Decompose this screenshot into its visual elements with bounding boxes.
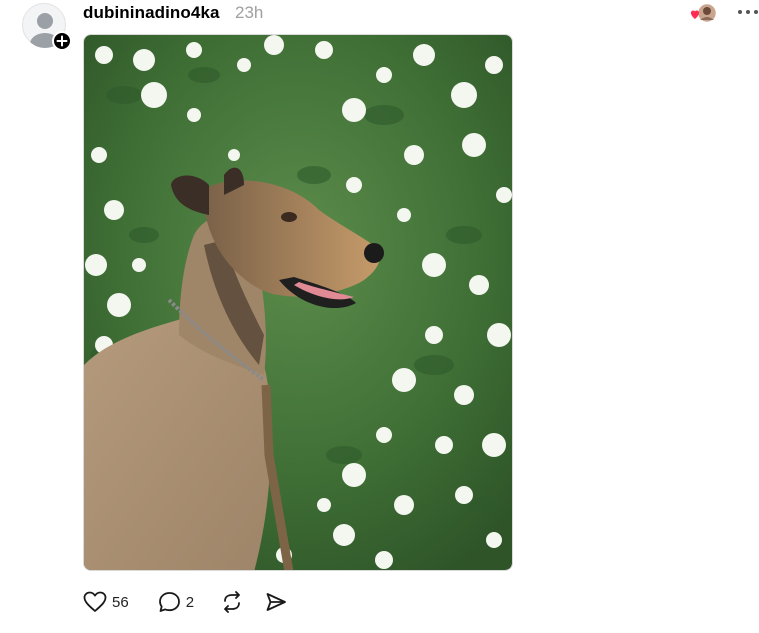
author-avatar[interactable] [22,3,72,51]
like-button[interactable]: 56 [83,591,129,613]
comment-icon [158,591,181,613]
reply-button[interactable]: 2 [158,591,194,613]
post-username[interactable]: dubininadino4ka [83,3,220,23]
repost-button[interactable] [220,591,244,613]
reply-count: 2 [185,593,195,611]
repost-icon [220,591,244,613]
post-menu-button[interactable] [736,2,759,22]
liked-by-avatar-icon [690,2,718,24]
follow-button[interactable] [52,31,72,51]
like-count: 56 [112,593,129,611]
plus-icon [56,35,68,47]
heart-icon [83,591,107,613]
share-button[interactable] [265,591,287,613]
post-time[interactable]: 23h [235,3,263,23]
liked-by-indicator[interactable] [688,2,720,24]
post-image[interactable] [83,34,513,571]
post-actions: 56 2 [83,590,287,614]
more-horizontal-icon [738,10,758,14]
send-icon [265,591,287,613]
dog-photo [84,35,512,570]
heart-filled-icon [690,10,700,19]
